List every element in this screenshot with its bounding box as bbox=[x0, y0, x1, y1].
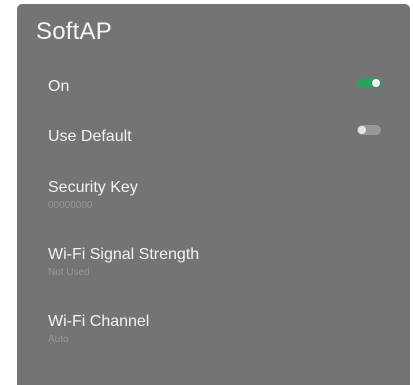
wifi-signal-strength-label: Wi-Fi Signal Strength bbox=[48, 246, 200, 263]
security-key-label: Security Key bbox=[48, 179, 138, 196]
use-default-label: Use Default bbox=[48, 128, 132, 145]
wifi-channel-value: Auto bbox=[48, 334, 69, 345]
wifi-signal-strength-row[interactable]: Wi-Fi Signal Strength Not Used bbox=[17, 241, 410, 287]
on-label: On bbox=[48, 78, 70, 95]
toggle-knob bbox=[372, 79, 380, 87]
wifi-channel-row[interactable]: Wi-Fi Channel Auto bbox=[17, 308, 410, 354]
on-row[interactable]: On bbox=[17, 66, 410, 106]
use-default-toggle-switch[interactable] bbox=[357, 125, 381, 135]
on-toggle-switch[interactable] bbox=[357, 78, 381, 88]
security-key-value: 00000000 bbox=[48, 200, 93, 211]
wifi-signal-strength-value: Not Used bbox=[48, 267, 90, 278]
softap-panel: SoftAP On Use Default Security Key 00000… bbox=[17, 4, 410, 385]
toggle-knob bbox=[358, 126, 366, 134]
use-default-row[interactable]: Use Default bbox=[17, 116, 410, 156]
panel-title: SoftAP bbox=[36, 18, 112, 45]
wifi-channel-label: Wi-Fi Channel bbox=[48, 313, 150, 330]
security-key-row[interactable]: Security Key 00000000 bbox=[17, 174, 410, 220]
